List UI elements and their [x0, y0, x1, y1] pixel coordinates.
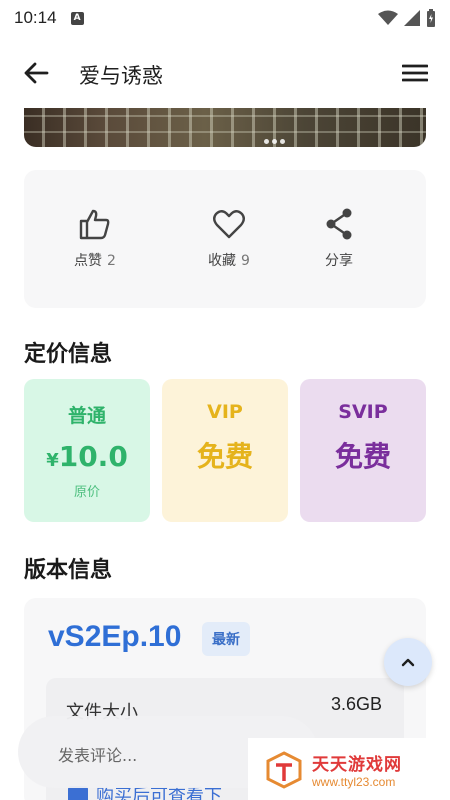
- watermark: 天天游戏网 www.ttyl23.com: [248, 738, 428, 800]
- status-bar: 10:14 A: [0, 0, 450, 36]
- file-size-value: 3.6GB: [330, 694, 382, 714]
- status-time: 10:14: [14, 8, 57, 27]
- favorite-count: 9: [241, 253, 250, 269]
- carousel-indicator: [264, 139, 285, 144]
- latest-badge: 最新: [202, 622, 250, 656]
- hamburger-icon: [402, 64, 428, 82]
- share-label: 分享: [325, 253, 353, 269]
- app-bar: 爱与诱惑: [0, 46, 450, 100]
- tier-price: 免费: [196, 440, 253, 473]
- watermark-brand: 天天游戏网: [312, 754, 402, 775]
- like-label: 点赞 2: [74, 253, 116, 269]
- pricing-title: 定价信息: [24, 342, 113, 367]
- tier-name: SVIP: [338, 401, 388, 423]
- watermark-url: www.ttyl23.com: [312, 774, 396, 789]
- chevron-up-icon: [401, 658, 415, 667]
- share-button[interactable]: 分享: [294, 206, 384, 270]
- share-icon: [321, 206, 357, 242]
- calendar-icon: [68, 786, 88, 800]
- tier-note: 原价: [73, 485, 100, 500]
- version-title: 版本信息: [24, 558, 113, 583]
- version-name: vS2Ep.10: [48, 620, 182, 653]
- battery-icon: [427, 9, 435, 27]
- tier-price: 免费: [334, 440, 391, 473]
- tier-name: 普通: [67, 405, 106, 427]
- price-card-standard[interactable]: 普通 ¥10.0 原价: [24, 379, 150, 522]
- tier-name: VIP: [207, 401, 243, 423]
- arrow-left-icon: [24, 62, 49, 84]
- thumb-up-icon: [77, 206, 113, 242]
- scroll-top-button[interactable]: [384, 638, 432, 686]
- tier-price: ¥10.0: [46, 440, 128, 473]
- currency-symbol: ¥: [46, 450, 59, 471]
- status-icons: [378, 9, 436, 27]
- favorite-label: 收藏 9: [208, 253, 250, 269]
- comment-placeholder: 发表评论...: [58, 746, 138, 765]
- back-button[interactable]: [22, 59, 50, 87]
- price-card-svip[interactable]: SVIP 免费: [300, 379, 426, 522]
- like-button[interactable]: 点赞 2: [50, 206, 140, 270]
- like-count: 2: [107, 253, 116, 269]
- watermark-logo-icon: [266, 751, 302, 789]
- wifi-icon: [378, 10, 398, 25]
- price-card-vip[interactable]: VIP 免费: [162, 379, 288, 522]
- cover-image[interactable]: [24, 108, 426, 147]
- favorite-button[interactable]: 收藏 9: [184, 206, 274, 270]
- heart-icon: [211, 206, 247, 242]
- menu-button[interactable]: [400, 59, 430, 87]
- cell-signal-icon: [404, 10, 420, 26]
- page-title: 爱与诱惑: [79, 64, 163, 88]
- actions-card: 点赞 2 收藏 9 分享: [24, 170, 426, 308]
- notification-a-icon: A: [70, 11, 84, 25]
- cover-image-texture: [24, 108, 426, 147]
